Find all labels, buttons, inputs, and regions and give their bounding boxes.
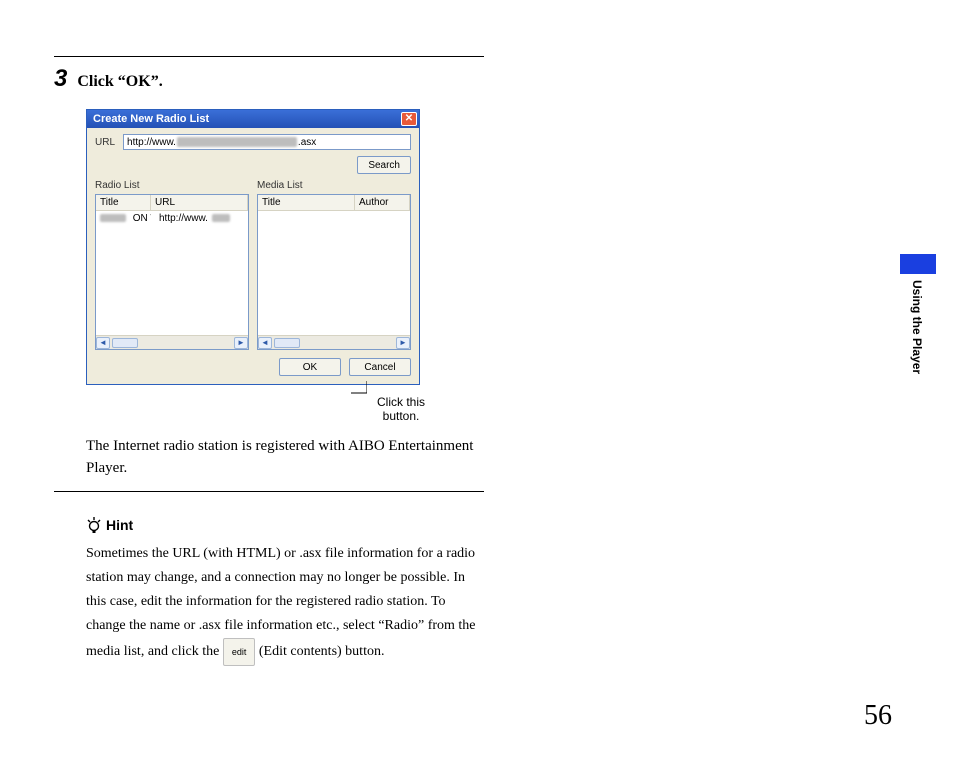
- scrollbar-horizontal[interactable]: ◄ ►: [258, 335, 410, 349]
- radiolist-head-title: Title: [96, 195, 151, 210]
- url-text-prefix: http://www.: [127, 137, 176, 148]
- scroll-left-icon[interactable]: ◄: [96, 337, 110, 349]
- callout-label: Click this button.: [366, 395, 436, 423]
- section-tab: Using the Player: [900, 254, 936, 404]
- step-description: The Internet radio station is registered…: [86, 435, 484, 479]
- close-icon[interactable]: ✕: [401, 112, 417, 126]
- callout-line1: Click this: [377, 395, 425, 409]
- page-number: 56: [864, 700, 892, 732]
- scroll-right-icon[interactable]: ►: [234, 337, 248, 349]
- url-input[interactable]: http://www. .asx: [123, 134, 411, 150]
- medialist-head-title: Title: [258, 195, 355, 210]
- create-radio-list-dialog: Create New Radio List ✕ URL http://www..…: [86, 109, 420, 385]
- radiolist-row-title: ON WEB: [129, 211, 151, 226]
- step-number: 3: [54, 67, 67, 91]
- scroll-left-icon[interactable]: ◄: [258, 337, 272, 349]
- medialist-listbox[interactable]: Title Author ◄ ►: [257, 194, 411, 350]
- hint-icon: [86, 516, 102, 534]
- radiolist-listbox[interactable]: Title URL ON WEB http://www. ◄: [95, 194, 249, 350]
- radiolist-label: Radio List: [95, 180, 249, 191]
- list-item[interactable]: ON WEB http://www.: [96, 211, 248, 226]
- scroll-thumb[interactable]: [112, 338, 138, 348]
- hint-text-after: (Edit contents) button.: [259, 644, 385, 659]
- hint-heading: Hint: [86, 516, 484, 534]
- step-instruction: Click “OK”.: [77, 73, 162, 91]
- medialist-head-author: Author: [355, 195, 410, 210]
- url-label: URL: [95, 137, 115, 148]
- hint-text-before: Sometimes the URL (with HTML) or .asx fi…: [86, 546, 476, 659]
- callout-line2: button.: [383, 409, 420, 423]
- step-heading: 3 Click “OK”.: [54, 67, 484, 91]
- search-button[interactable]: Search: [357, 156, 411, 174]
- dialog-title: Create New Radio List: [93, 113, 209, 125]
- medialist-label: Media List: [257, 180, 411, 191]
- dialog-titlebar[interactable]: Create New Radio List ✕: [87, 110, 419, 128]
- redacted-text: [100, 214, 126, 222]
- hint-label: Hint: [106, 517, 133, 533]
- redacted-text: [212, 214, 230, 222]
- scrollbar-horizontal[interactable]: ◄ ►: [96, 335, 248, 349]
- section-rule: [54, 491, 484, 492]
- cancel-button[interactable]: Cancel: [349, 358, 411, 376]
- callout-connector: [351, 381, 367, 401]
- scroll-thumb[interactable]: [274, 338, 300, 348]
- hint-body: Sometimes the URL (with HTML) or .asx fi…: [86, 542, 484, 666]
- radiolist-header: Title URL: [96, 195, 248, 211]
- ok-button[interactable]: OK: [279, 358, 341, 376]
- edit-contents-button: edit: [223, 638, 256, 666]
- section-tab-marker: [900, 254, 936, 274]
- radiolist-head-url: URL: [151, 195, 248, 210]
- section-tab-label: Using the Player: [910, 280, 924, 374]
- radiolist-row-url: http://www.: [155, 211, 212, 226]
- medialist-header: Title Author: [258, 195, 410, 211]
- url-text-suffix: .asx: [298, 137, 316, 148]
- section-rule: [54, 56, 484, 57]
- scroll-right-icon[interactable]: ►: [396, 337, 410, 349]
- redacted-text: [177, 137, 297, 147]
